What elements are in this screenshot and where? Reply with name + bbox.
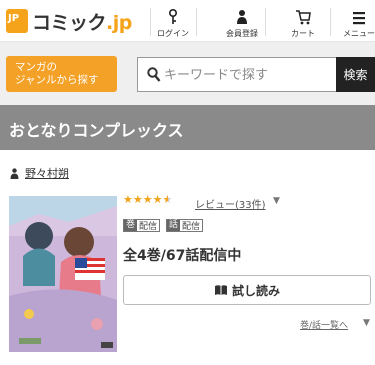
nav-divider <box>196 8 197 36</box>
search-button[interactable]: 検索 <box>336 57 375 92</box>
search-box <box>137 57 336 92</box>
search-icon <box>147 67 161 82</box>
episode-badge-value: 配信 <box>182 222 201 232</box>
key-icon <box>169 9 177 24</box>
star-icon: ★ <box>123 193 133 206</box>
rating-stars: ★ ★ ★ ★ ★ <box>123 194 172 206</box>
site-header: コミック.jp ログイン 会員登録 カート メニュー <box>0 0 375 42</box>
title-band: おとなりコンプレックス <box>0 105 375 150</box>
genre-search-button[interactable]: マンガの ジャンルから探す <box>6 56 117 92</box>
episode-badge-key: 話 <box>167 220 181 231</box>
author-link[interactable]: 野々村朔 <box>25 165 69 181</box>
menu-icon <box>353 12 365 25</box>
trial-read-button[interactable]: 試し読み <box>123 275 371 305</box>
cart-button[interactable]: カート <box>280 0 326 42</box>
book-icon <box>214 285 227 295</box>
page-title: おとなりコンプレックス <box>9 121 184 140</box>
login-button[interactable]: ログイン <box>150 0 196 42</box>
volume-badge-key: 巻 <box>124 220 138 231</box>
star-icon: ★ <box>162 193 173 206</box>
search-input[interactable] <box>164 65 329 85</box>
menu-label: メニュー <box>343 29 375 38</box>
cart-label: カート <box>291 29 315 38</box>
volume-count: 全4巻/67話配信中 <box>123 248 242 264</box>
register-label: 会員登録 <box>226 29 258 38</box>
book-cover[interactable] <box>9 196 117 352</box>
review-toggle-icon[interactable]: ▼ <box>273 196 280 206</box>
genre-button-line1: マンガの <box>15 61 57 73</box>
register-button[interactable]: 会員登録 <box>219 0 265 42</box>
logo-suffix: .jp <box>106 11 132 34</box>
nav-divider <box>265 8 266 36</box>
cover-illustration <box>9 196 117 352</box>
star-icon: ★ <box>132 193 143 206</box>
genre-button-line2: ジャンルから探す <box>15 74 99 86</box>
user-icon <box>237 10 247 24</box>
author-row: 野々村朔 <box>10 165 69 181</box>
author-icon <box>10 167 19 179</box>
star-icon: ★ <box>142 193 153 206</box>
star-icon: ★ <box>152 193 163 206</box>
volume-list-link[interactable]: 巻/話一覧へ <box>300 318 348 331</box>
volume-badge-value: 配信 <box>139 222 158 232</box>
logo-text: コミック <box>32 11 107 34</box>
volume-list-toggle-icon[interactable]: ▼ <box>363 318 370 328</box>
search-bar: マンガの ジャンルから探す 検索 <box>0 42 375 105</box>
logo-mark-icon <box>6 9 28 33</box>
review-link[interactable]: レビュー(33件) <box>195 196 266 211</box>
nav-divider <box>330 8 331 36</box>
episode-badge: 話 配信 <box>166 219 204 232</box>
login-label: ログイン <box>157 29 189 38</box>
trial-read-label: 試し読み <box>231 283 280 298</box>
site-logo[interactable]: コミック.jp <box>6 7 132 35</box>
cart-icon <box>296 10 311 25</box>
availability-badges: 巻 配信 話 配信 <box>123 219 204 232</box>
menu-button[interactable]: メニュー <box>336 0 375 42</box>
volume-badge: 巻 配信 <box>123 219 161 232</box>
